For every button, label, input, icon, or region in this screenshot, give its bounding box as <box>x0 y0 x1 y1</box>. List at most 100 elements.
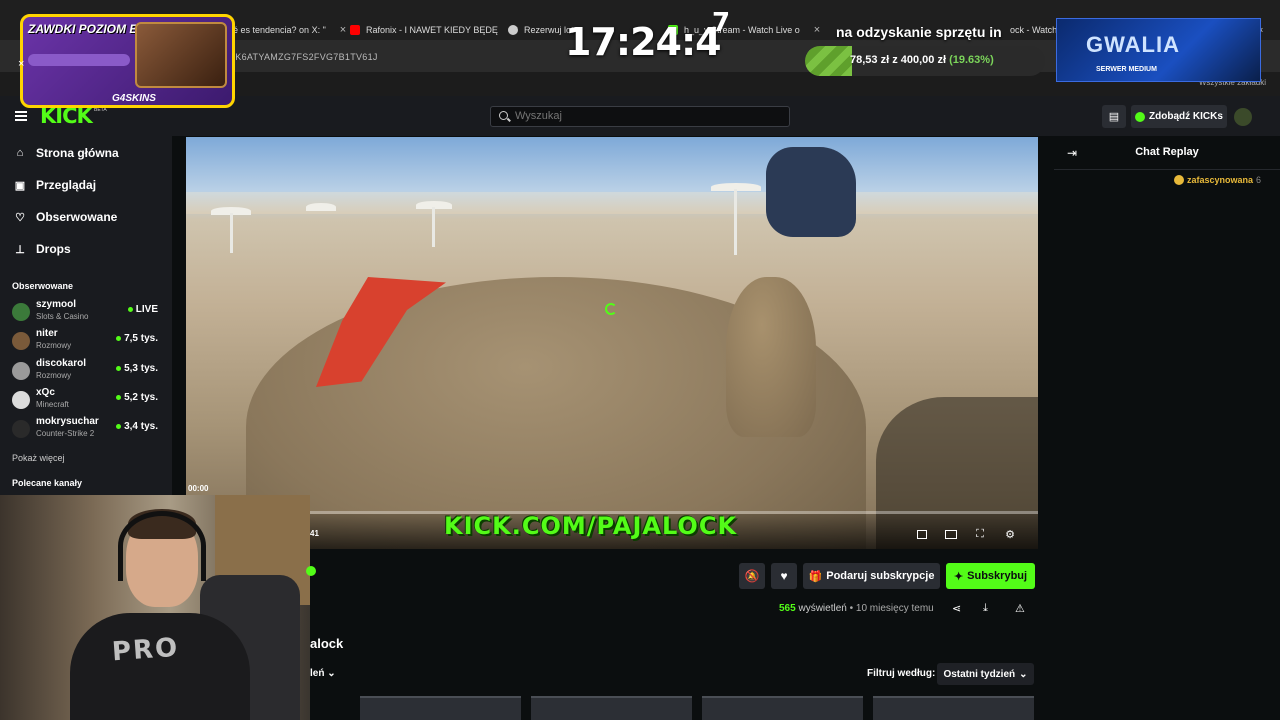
kicks-label: Zdobądź KICKs <box>1149 111 1223 122</box>
server-subtitle: SERWER MEDIUM <box>1096 66 1157 73</box>
video-age: 10 miesięcy temu <box>855 603 934 614</box>
chat-text: 6 <box>1256 175 1262 185</box>
channel-name: szymool <box>36 299 77 310</box>
viewer-count: 3,4 tys. <box>116 421 158 432</box>
close-icon: × <box>18 58 25 70</box>
chevron-down-icon: ⌄ <box>327 668 336 679</box>
nav-following[interactable]: ♡ Obserwowane <box>14 207 117 227</box>
followed-channel[interactable]: mokrysuchar Counter-Strike 2 3,4 tys. <box>12 416 162 442</box>
tab-label: Rafonix - I NAWET KIEDY BĘDĘ <box>366 25 498 35</box>
video-thumbnail[interactable] <box>702 696 863 720</box>
search-input[interactable] <box>515 110 775 122</box>
viewer-count: 7,5 tys. <box>116 333 158 344</box>
followed-channel[interactable]: szymool Slots & Casino LIVE <box>12 299 162 325</box>
share-icon[interactable]: ⋖ <box>952 602 961 615</box>
video-frame-stroller <box>766 147 856 237</box>
avatar <box>12 362 30 380</box>
video-frame-umbrella <box>306 203 336 211</box>
viewer-count: 5,3 tys. <box>116 363 158 374</box>
notifications-off-icon[interactable]: 🔕 <box>739 563 765 589</box>
channel-name: niter <box>36 328 58 339</box>
viewer-count: 5,2 tys. <box>116 392 158 403</box>
browser-tab[interactable]: ué es tendencia? on X: " × <box>228 20 346 40</box>
search-icon <box>499 111 508 120</box>
report-icon[interactable]: ⚠ <box>1015 602 1025 615</box>
live-status: LIVE <box>127 304 158 315</box>
live-dot-icon <box>116 424 122 429</box>
chat-title: Chat Replay <box>1135 146 1199 158</box>
donation-goal-text: 78,53 zł z 400,00 zł (19.63%) <box>850 54 994 66</box>
chat-username[interactable]: zafascynowana <box>1187 175 1253 185</box>
close-tab-icon[interactable]: × <box>814 24 820 36</box>
theater-mode-icon[interactable] <box>944 527 958 541</box>
youtube-icon <box>350 25 360 35</box>
kicks-coin-icon <box>1135 111 1146 122</box>
filter-dropdown[interactable]: Ostatni tydzień ⌄ <box>937 663 1034 685</box>
channel-category: Slots & Casino <box>36 312 89 321</box>
video-time-partial: 41 <box>310 529 319 538</box>
miniplayer-icon[interactable] <box>915 527 929 541</box>
followed-channel[interactable]: niter Rozmowy 7,5 tys. <box>12 328 162 354</box>
avatar <box>12 303 30 321</box>
channel-section-title: alock <box>310 636 344 651</box>
star-icon: ✦ <box>953 570 964 583</box>
layout-icon[interactable]: ▤ <box>1102 105 1126 128</box>
followed-channel[interactable]: discokarol Rozmowy 5,3 tys. <box>12 358 162 384</box>
nav-label: Obserwowane <box>36 210 118 224</box>
gift-icon: 🎁 <box>808 570 823 583</box>
stream-watermark: KICK.COM/PAJALOCK <box>444 512 738 540</box>
webcam-person <box>70 613 250 720</box>
sub-badge-icon <box>1174 175 1184 185</box>
download-icon[interactable]: ⤓ <box>983 602 988 615</box>
nav-drops[interactable]: ⊥ Drops <box>14 239 71 259</box>
sort-dropdown[interactable]: leń ⌄ <box>310 668 336 679</box>
nav-browse[interactable]: ▣ Przeglądaj <box>14 175 96 195</box>
browser-tab[interactable]: Rezerwuj lot <box>508 20 574 40</box>
browser-tab[interactable]: Rafonix - I NAWET KIEDY BĘDĘ× <box>350 20 518 40</box>
video-thumbnail[interactable] <box>360 696 521 720</box>
close-tab-icon[interactable]: × <box>340 24 346 36</box>
show-more-link[interactable]: Pokaż więcej <box>12 453 65 463</box>
chat-message: zafascynowana 6 <box>1174 175 1261 185</box>
fullscreen-icon[interactable]: ⛶ <box>973 527 987 541</box>
loading-spinner-icon <box>605 303 617 315</box>
address-bar[interactable]: 1K6ATYAMZG7FS2FVG7B1TV61J <box>230 52 378 62</box>
chat-panel <box>1054 136 1280 720</box>
settings-icon[interactable]: ⚙ <box>1003 527 1017 541</box>
subscribe-label: Subskrybuj <box>967 570 1028 582</box>
channel-category: Rozmowy <box>36 371 72 380</box>
stream-clock: 17:24:4 <box>565 20 722 64</box>
gift-subs-button[interactable]: 🎁 Podaruj subskrypcje <box>803 563 940 589</box>
video-frame-pole <box>230 213 233 253</box>
gift-subs-label: Podaruj subskrypcje <box>826 570 935 582</box>
live-dot-icon <box>116 395 122 400</box>
nav-label: Strona główna <box>36 146 119 160</box>
views-word: wyświetleń <box>798 603 847 614</box>
nav-home[interactable]: ⌂ Strona główna <box>14 143 119 163</box>
menu-icon[interactable] <box>15 111 27 121</box>
donation-goal-fill <box>805 46 853 76</box>
live-dot-icon <box>116 336 122 341</box>
video-frame-pole <box>432 207 435 247</box>
video-thumbnail[interactable] <box>873 696 1034 720</box>
user-avatar[interactable] <box>1234 108 1252 126</box>
following-section-title: Obserwowane <box>12 281 74 291</box>
video-frame-sandcastle <box>726 277 816 437</box>
chevron-down-icon: ⌄ <box>1019 668 1028 680</box>
follow-heart-icon[interactable]: ♥ <box>771 563 797 589</box>
tab-label: ué es tendencia? on X: " <box>228 25 326 35</box>
browse-icon: ▣ <box>14 179 26 192</box>
kick-badge-icon <box>306 566 316 576</box>
video-thumbnail[interactable] <box>531 696 692 720</box>
live-dot-icon <box>127 307 133 312</box>
followed-channel[interactable]: xQc Minecraft 5,2 tys. <box>12 387 162 413</box>
nav-label: Drops <box>36 242 71 256</box>
tab-label: ock - Watch <box>1010 25 1058 35</box>
browser-tab[interactable]: ock - Watch <box>1010 20 1057 40</box>
channel-category: Counter-Strike 2 <box>36 429 95 438</box>
subscribe-button[interactable]: ✦ Subskrybuj <box>946 563 1035 589</box>
get-kicks-button[interactable]: Zdobądź KICKs <box>1131 105 1227 128</box>
filter-label: Filtruj według: <box>867 668 936 679</box>
home-icon: ⌂ <box>16 147 24 159</box>
video-player[interactable] <box>186 137 1038 549</box>
